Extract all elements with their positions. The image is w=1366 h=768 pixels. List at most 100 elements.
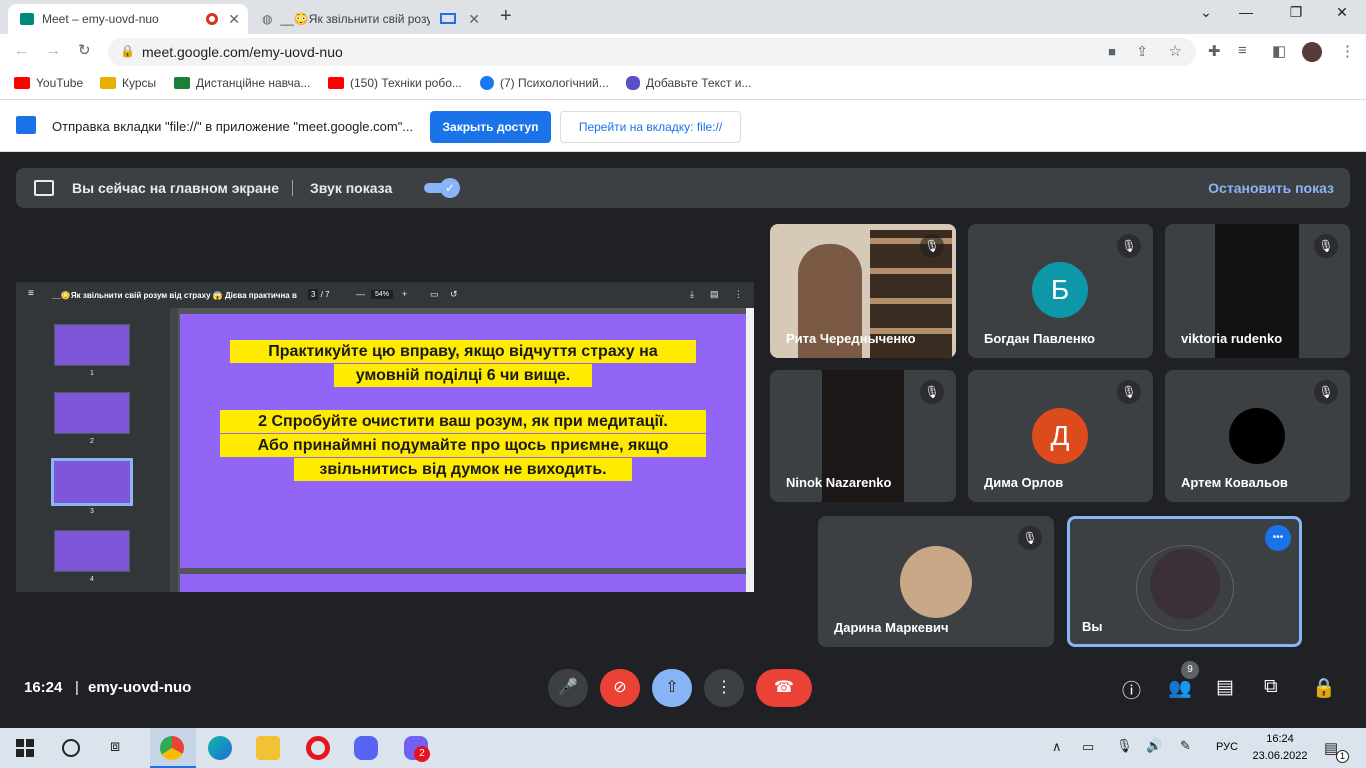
people-icon[interactable]: 👥 — [1168, 676, 1192, 700]
facebook-icon — [480, 76, 494, 90]
tab-meet[interactable]: Meet – emy-uovd-nuo ✕ — [8, 4, 248, 34]
more-vert-icon: ⋮ — [716, 679, 732, 696]
meeting-code: emy-uovd-nuo — [88, 679, 192, 696]
rotate-icon[interactable]: ↺ — [450, 289, 458, 300]
menu-icon[interactable]: ⋮ — [1340, 42, 1355, 60]
participant-tile[interactable]: 🎙 Рита Чередныченко — [770, 224, 956, 358]
language-indicator[interactable]: РУС — [1216, 741, 1238, 753]
edge-icon[interactable] — [208, 736, 232, 760]
notification-badge: 1 — [1336, 750, 1349, 763]
file-explorer-icon[interactable] — [256, 736, 280, 760]
zoom-value[interactable]: 54% — [371, 290, 394, 299]
thumbnail-2[interactable] — [54, 392, 130, 434]
close-tab-icon[interactable]: ✕ — [468, 11, 480, 28]
profile-avatar[interactable] — [1302, 42, 1322, 62]
avatar: Б — [1032, 262, 1088, 318]
slide-page: Практикуйте цю вправу, якщо відчуття стр… — [180, 314, 746, 568]
bookmark-youtube[interactable]: YouTube — [14, 76, 83, 90]
more-options-button[interactable]: ••• — [1265, 525, 1291, 551]
recording-icon — [206, 13, 218, 25]
host-controls-icon[interactable]: 🔒 — [1312, 676, 1336, 700]
activities-icon[interactable]: ⧉ — [1264, 676, 1278, 698]
bookmark-distance[interactable]: Дистанційне навча... — [174, 76, 310, 90]
windows-start-icon[interactable] — [16, 739, 34, 757]
leave-call-button[interactable]: ☎ — [756, 669, 812, 707]
participant-tile[interactable]: 🎙 Дарина Маркевич — [818, 516, 1054, 647]
tray-chevron-icon[interactable]: ∧ — [1052, 739, 1062, 755]
pdf-menu-icon[interactable]: ≡ — [28, 288, 34, 299]
participant-tile[interactable]: Д 🎙 Дима Орлов — [968, 370, 1153, 502]
participant-tile[interactable]: 🎙 Артем Ковальов — [1165, 370, 1350, 502]
more-options-button[interactable]: ⋮ — [704, 669, 744, 707]
thumbnail-1[interactable] — [54, 324, 130, 366]
slide-text-line: 2 Спробуйте очистити ваш розум, як при м… — [220, 410, 706, 433]
new-tab-button[interactable]: + — [500, 5, 512, 28]
page-number[interactable]: 3 — [308, 289, 319, 300]
thumbnail-4[interactable] — [54, 530, 130, 572]
thumbnail-3[interactable] — [51, 458, 133, 506]
pen-icon[interactable]: ✎ — [1180, 738, 1191, 754]
opera-icon[interactable] — [306, 736, 330, 760]
share-icon[interactable]: ⇪ — [1136, 43, 1148, 60]
share-audio-toggle[interactable]: ✓ — [424, 178, 460, 198]
stop-presenting-button[interactable]: Остановить показ — [1208, 180, 1334, 196]
download-icon[interactable]: ⤓ — [690, 289, 694, 300]
self-tile[interactable]: ••• Вы — [1067, 516, 1302, 647]
task-view-icon[interactable]: ⧈ — [110, 738, 120, 756]
bookmark-psych[interactable]: (7) Психологічний... — [480, 76, 609, 90]
bookmark-star-icon[interactable]: ☆ — [1169, 42, 1182, 60]
taskbar-date[interactable]: 23.06.2022 — [1250, 750, 1310, 762]
bookmark-add-text[interactable]: Добавьте Текст и... — [626, 76, 752, 90]
slide-text-line: Практикуйте цю вправу, якщо відчуття стр… — [230, 340, 696, 363]
thumbnail-scrollbar[interactable] — [170, 308, 178, 592]
camera-icon[interactable]: ■ — [1108, 44, 1116, 59]
zoom-out-icon[interactable]: — — [356, 289, 365, 299]
taskbar-time[interactable]: 16:24 — [1254, 733, 1306, 745]
pdf-title: __😳Як звільнити свій розум від страху 😱 … — [52, 291, 297, 300]
minimize-icon[interactable]: — — [1226, 4, 1266, 20]
stop-sharing-button[interactable]: Закрыть доступ — [430, 111, 551, 143]
close-window-icon[interactable]: ✕ — [1322, 4, 1362, 21]
switch-to-tab-button[interactable]: Перейти на вкладку: file:// — [560, 111, 741, 143]
cast-icon — [16, 116, 36, 134]
present-button[interactable]: ⇧ — [652, 669, 692, 707]
participant-tile[interactable]: Б 🎙 Богдан Павленко — [968, 224, 1153, 358]
tab-file[interactable]: ◍ __😳Як звільнити свій розу ✕ — [252, 4, 488, 34]
side-panel-icon[interactable]: ◧ — [1272, 42, 1286, 60]
tab-search-icon[interactable]: ⌄ — [1186, 4, 1226, 21]
media-icon[interactable]: ≡ — [1238, 42, 1247, 59]
discord-icon[interactable] — [354, 736, 378, 760]
battery-icon[interactable]: ▭ — [1082, 739, 1094, 755]
bookmark-techniques[interactable]: (150) Техніки робо... — [328, 76, 462, 90]
mic-off-icon: 🎙 — [1314, 234, 1338, 258]
pdf-scrollbar[interactable] — [746, 308, 754, 592]
youtube-icon — [14, 77, 30, 89]
back-icon[interactable]: ← — [14, 42, 29, 59]
participant-tile[interactable]: 🎙 viktoria rudenko — [1165, 224, 1350, 358]
mic-off-icon: 🎙 — [1314, 380, 1338, 404]
microphone-button[interactable]: 🎤 — [548, 669, 588, 707]
presenting-label: Вы сейчас на главном экране — [72, 180, 280, 196]
shield-icon — [626, 76, 640, 90]
forward-icon[interactable]: → — [46, 42, 61, 59]
search-icon[interactable] — [62, 739, 80, 757]
slide-text-line: умовній поділці 6 чи вище. — [334, 364, 592, 387]
chrome-icon[interactable] — [160, 736, 184, 760]
volume-icon[interactable]: 🔊 — [1146, 738, 1162, 754]
chat-icon[interactable]: ▤ — [1216, 676, 1234, 699]
maximize-icon[interactable]: ❐ — [1276, 4, 1316, 21]
zoom-in-icon[interactable]: + — [402, 289, 407, 299]
info-icon[interactable]: ⓘ — [1122, 676, 1141, 703]
bookmark-courses[interactable]: Курсы — [100, 76, 156, 90]
close-tab-icon[interactable]: ✕ — [228, 11, 240, 28]
address-bar[interactable]: 🔒 meet.google.com/emy-uovd-nuo ■ ⇪ ☆ — [108, 38, 1196, 66]
microphone-tray-icon[interactable]: 🎙 — [1116, 738, 1133, 754]
fit-page-icon[interactable]: ▭ — [430, 289, 439, 300]
camera-button[interactable]: ⊘ — [600, 669, 640, 707]
extensions-icon[interactable]: ✚ — [1208, 42, 1221, 60]
more-icon[interactable]: ⋮ — [734, 289, 743, 300]
print-icon[interactable]: ▤ — [710, 289, 719, 300]
reload-icon[interactable]: ↻ — [78, 41, 91, 59]
participant-tile[interactable]: 🎙 Ninok Nazarenko — [770, 370, 956, 502]
participant-name: Богдан Павленко — [984, 331, 1095, 346]
